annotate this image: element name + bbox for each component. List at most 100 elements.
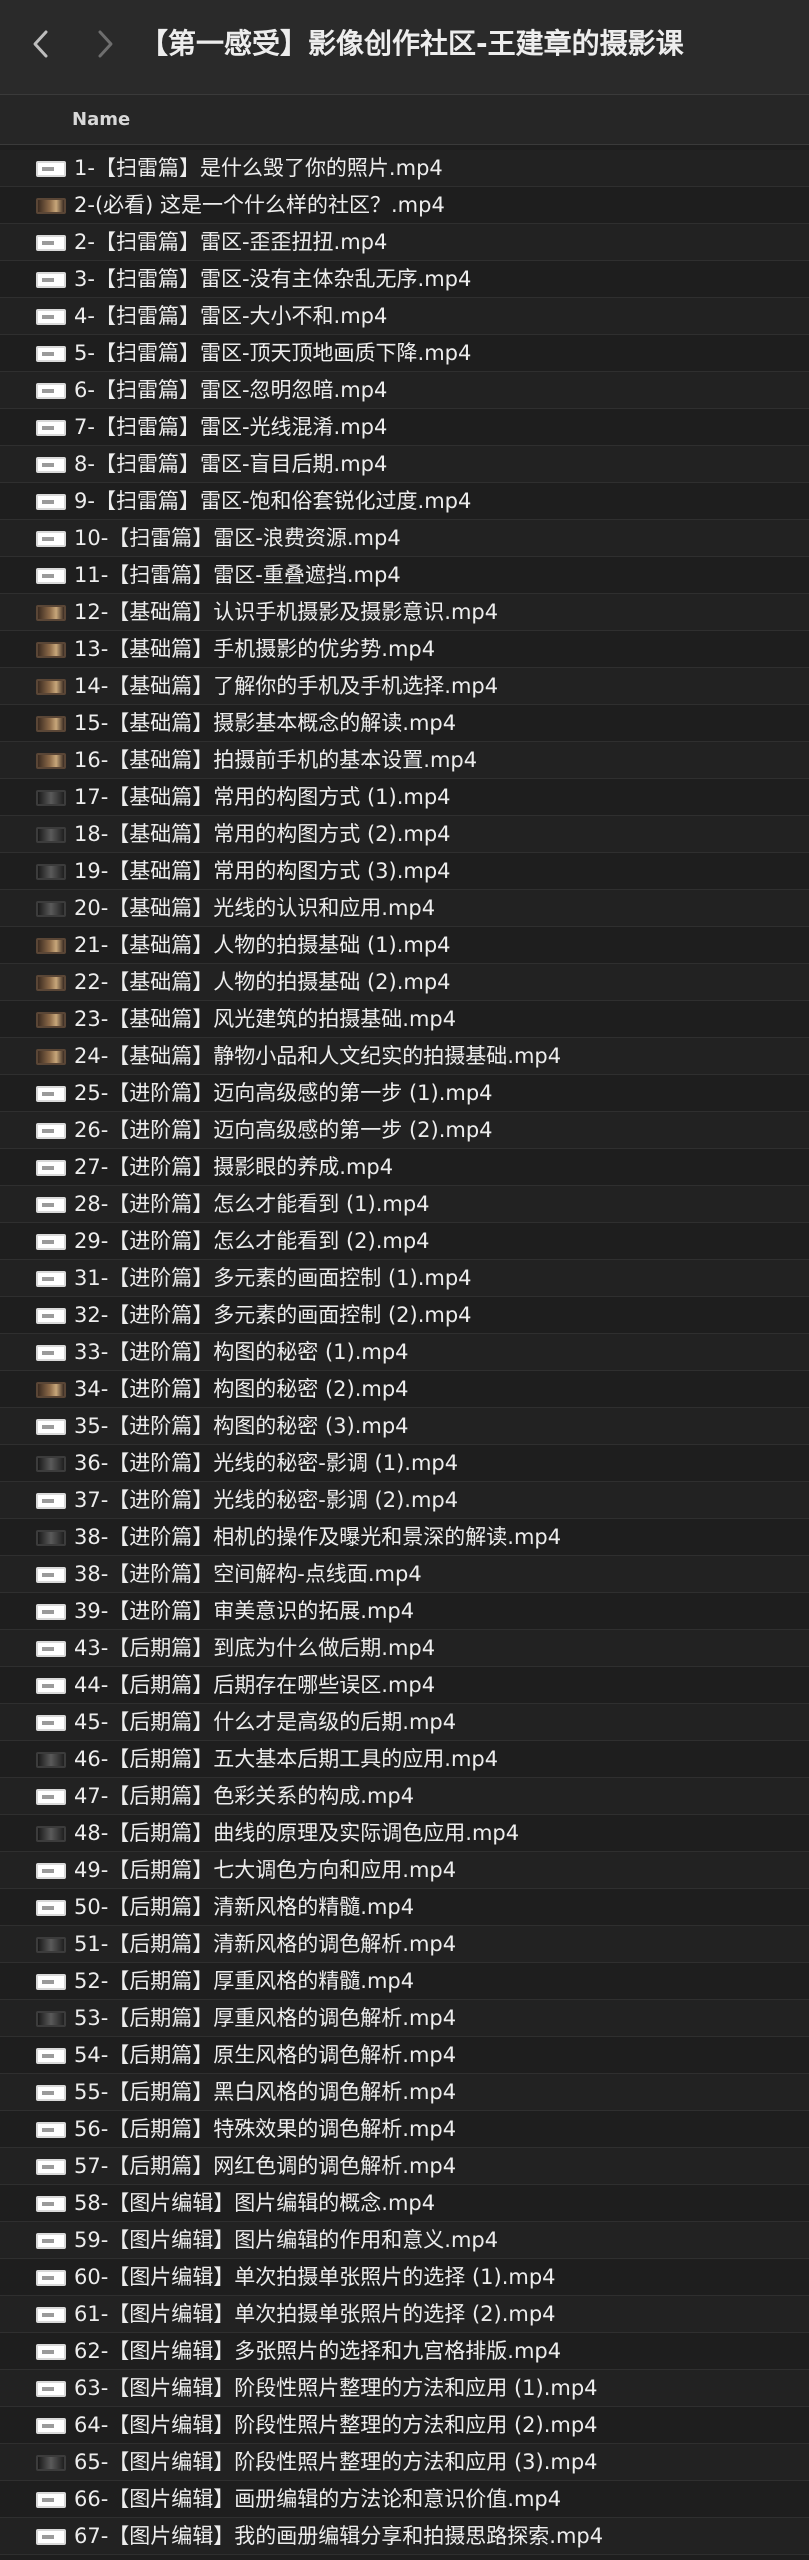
file-row[interactable]: 43-【后期篇】到底为什么做后期.mp4 (0, 1630, 809, 1667)
file-name: 12-【基础篇】认识手机摄影及摄影意识.mp4 (74, 600, 499, 624)
file-row[interactable]: 17-【基础篇】常用的构图方式 (1).mp4 (0, 779, 809, 816)
file-row[interactable]: 63-【图片编辑】阶段性照片整理的方法和应用 (1).mp4 (0, 2370, 809, 2407)
file-row[interactable]: 46-【后期篇】五大基本后期工具的应用.mp4 (0, 1741, 809, 1778)
file-row[interactable]: 8-【扫雷篇】雷区-盲目后期.mp4 (0, 446, 809, 483)
video-file-icon (36, 1271, 66, 1287)
file-row[interactable]: 16-【基础篇】拍摄前手机的基本设置.mp4 (0, 742, 809, 779)
file-row[interactable]: 58-【图片编辑】图片编辑的概念.mp4 (0, 2185, 809, 2222)
file-row[interactable]: 61-【图片编辑】单次拍摄单张照片的选择 (2).mp4 (0, 2296, 809, 2333)
file-row[interactable]: 53-【后期篇】厚重风格的调色解析.mp4 (0, 2000, 809, 2037)
video-file-icon (36, 420, 66, 436)
file-name: 38-【进阶篇】空间解构-点线面.mp4 (74, 1562, 422, 1586)
file-name: 50-【后期篇】清新风格的精髓.mp4 (74, 1895, 415, 1919)
file-row[interactable]: 67-【图片编辑】我的画册编辑分享和拍摄思路探索.mp4 (0, 2518, 809, 2555)
file-row[interactable]: 14-【基础篇】了解你的手机及手机选择.mp4 (0, 668, 809, 705)
file-row[interactable]: 38-【进阶篇】相机的操作及曝光和景深的解读.mp4 (0, 1519, 809, 1556)
title-bar: 【第一感受】影像创作社区-王建章的摄影课 (0, 0, 809, 95)
file-row[interactable]: 64-【图片编辑】阶段性照片整理的方法和应用 (2).mp4 (0, 2407, 809, 2444)
video-file-icon (36, 457, 66, 473)
file-row[interactable]: 1-【扫雷篇】是什么毁了你的照片.mp4 (0, 150, 809, 187)
video-file-icon (36, 346, 66, 362)
video-file-icon (36, 309, 66, 325)
file-row[interactable]: 31-【进阶篇】多元素的画面控制 (1).mp4 (0, 1260, 809, 1297)
file-row[interactable]: 13-【基础篇】手机摄影的优劣势.mp4 (0, 631, 809, 668)
file-name: 32-【进阶篇】多元素的画面控制 (2).mp4 (74, 1303, 472, 1327)
file-name: 5-【扫雷篇】雷区-顶天顶地画质下降.mp4 (74, 341, 472, 365)
file-row[interactable]: 10-【扫雷篇】雷区-浪费资源.mp4 (0, 520, 809, 557)
file-row[interactable]: 54-【后期篇】原生风格的调色解析.mp4 (0, 2037, 809, 2074)
file-row[interactable]: 23-【基础篇】风光建筑的拍摄基础.mp4 (0, 1001, 809, 1038)
file-row[interactable]: 36-【进阶篇】光线的秘密-影调 (1).mp4 (0, 1445, 809, 1482)
file-row[interactable]: 25-【进阶篇】迈向高级感的第一步 (1).mp4 (0, 1075, 809, 1112)
file-row[interactable]: 28-【进阶篇】怎么才能看到 (1).mp4 (0, 1186, 809, 1223)
file-name: 43-【后期篇】到底为什么做后期.mp4 (74, 1636, 436, 1660)
file-row[interactable]: 11-【扫雷篇】雷区-重叠遮挡.mp4 (0, 557, 809, 594)
video-file-icon (36, 1419, 66, 1435)
file-name: 59-【图片编辑】图片编辑的作用和意义.mp4 (74, 2228, 499, 2252)
file-row[interactable]: 27-【进阶篇】摄影眼的养成.mp4 (0, 1149, 809, 1186)
file-name: 62-【图片编辑】多张照片的选择和九宫格排版.mp4 (74, 2339, 562, 2363)
file-row[interactable]: 44-【后期篇】后期存在哪些误区.mp4 (0, 1667, 809, 1704)
file-name: 9-【扫雷篇】雷区-饱和俗套锐化过度.mp4 (74, 489, 472, 513)
file-row[interactable]: 29-【进阶篇】怎么才能看到 (2).mp4 (0, 1223, 809, 1260)
video-file-icon (36, 1567, 66, 1583)
file-row[interactable]: 57-【后期篇】网红色调的调色解析.mp4 (0, 2148, 809, 2185)
video-file-icon (36, 2233, 66, 2249)
video-file-icon (36, 1234, 66, 1250)
file-name: 47-【后期篇】色彩关系的构成.mp4 (74, 1784, 415, 1808)
file-row[interactable]: 24-【基础篇】静物小品和人文纪实的拍摄基础.mp4 (0, 1038, 809, 1075)
file-row[interactable]: 18-【基础篇】常用的构图方式 (2).mp4 (0, 816, 809, 853)
chevron-left-icon[interactable] (18, 22, 62, 66)
video-file-icon (36, 2344, 66, 2360)
video-file-icon (36, 716, 66, 732)
file-row[interactable]: 4-【扫雷篇】雷区-大小不和.mp4 (0, 298, 809, 335)
file-row[interactable]: 21-【基础篇】人物的拍摄基础 (1).mp4 (0, 927, 809, 964)
file-row[interactable]: 2-(必看) 这是一个什么样的社区？.mp4 (0, 187, 809, 224)
file-name: 18-【基础篇】常用的构图方式 (2).mp4 (74, 822, 451, 846)
file-name: 10-【扫雷篇】雷区-浪费资源.mp4 (74, 526, 401, 550)
file-row[interactable]: 26-【进阶篇】迈向高级感的第一步 (2).mp4 (0, 1112, 809, 1149)
file-row[interactable]: 62-【图片编辑】多张照片的选择和九宫格排版.mp4 (0, 2333, 809, 2370)
file-row[interactable]: 65-【图片编辑】阶段性照片整理的方法和应用 (3).mp4 (0, 2444, 809, 2481)
video-file-icon (36, 642, 66, 658)
file-row[interactable]: 48-【后期篇】曲线的原理及实际调色应用.mp4 (0, 1815, 809, 1852)
column-header-name[interactable]: Name (72, 95, 130, 145)
file-row[interactable]: 12-【基础篇】认识手机摄影及摄影意识.mp4 (0, 594, 809, 631)
file-row[interactable]: 19-【基础篇】常用的构图方式 (3).mp4 (0, 853, 809, 890)
file-row[interactable]: 7-【扫雷篇】雷区-光线混淆.mp4 (0, 409, 809, 446)
file-row[interactable]: 32-【进阶篇】多元素的画面控制 (2).mp4 (0, 1297, 809, 1334)
file-row[interactable]: 51-【后期篇】清新风格的调色解析.mp4 (0, 1926, 809, 1963)
video-file-icon (36, 383, 66, 399)
video-file-icon (36, 2455, 66, 2471)
file-row[interactable]: 50-【后期篇】清新风格的精髓.mp4 (0, 1889, 809, 1926)
file-row[interactable]: 5-【扫雷篇】雷区-顶天顶地画质下降.mp4 (0, 335, 809, 372)
file-row[interactable]: 66-【图片编辑】画册编辑的方法论和意识价值.mp4 (0, 2481, 809, 2518)
file-row[interactable]: 52-【后期篇】厚重风格的精髓.mp4 (0, 1963, 809, 2000)
file-row[interactable]: 59-【图片编辑】图片编辑的作用和意义.mp4 (0, 2222, 809, 2259)
file-row[interactable]: 20-【基础篇】光线的认识和应用.mp4 (0, 890, 809, 927)
file-row[interactable]: 22-【基础篇】人物的拍摄基础 (2).mp4 (0, 964, 809, 1001)
file-row[interactable]: 60-【图片编辑】单次拍摄单张照片的选择 (1).mp4 (0, 2259, 809, 2296)
file-row[interactable]: 34-【进阶篇】构图的秘密 (2).mp4 (0, 1371, 809, 1408)
file-row[interactable]: 6-【扫雷篇】雷区-忽明忽暗.mp4 (0, 372, 809, 409)
file-row[interactable]: 38-【进阶篇】空间解构-点线面.mp4 (0, 1556, 809, 1593)
file-row[interactable]: 39-【进阶篇】审美意识的拓展.mp4 (0, 1593, 809, 1630)
file-row[interactable]: 35-【进阶篇】构图的秘密 (3).mp4 (0, 1408, 809, 1445)
file-row[interactable]: 15-【基础篇】摄影基本概念的解读.mp4 (0, 705, 809, 742)
file-row[interactable]: 55-【后期篇】黑白风格的调色解析.mp4 (0, 2074, 809, 2111)
chevron-right-icon[interactable] (84, 22, 128, 66)
file-name: 35-【进阶篇】构图的秘密 (3).mp4 (74, 1414, 409, 1438)
file-row[interactable]: 2-【扫雷篇】雷区-歪歪扭扭.mp4 (0, 224, 809, 261)
file-row[interactable]: 37-【进阶篇】光线的秘密-影调 (2).mp4 (0, 1482, 809, 1519)
video-file-icon (36, 1493, 66, 1509)
file-row[interactable]: 3-【扫雷篇】雷区-没有主体杂乱无序.mp4 (0, 261, 809, 298)
file-name: 33-【进阶篇】构图的秘密 (1).mp4 (74, 1340, 409, 1364)
file-row[interactable]: 47-【后期篇】色彩关系的构成.mp4 (0, 1778, 809, 1815)
video-file-icon (36, 1678, 66, 1694)
file-row[interactable]: 49-【后期篇】七大调色方向和应用.mp4 (0, 1852, 809, 1889)
file-row[interactable]: 33-【进阶篇】构图的秘密 (1).mp4 (0, 1334, 809, 1371)
file-row[interactable]: 56-【后期篇】特殊效果的调色解析.mp4 (0, 2111, 809, 2148)
file-row[interactable]: 45-【后期篇】什么才是高级的后期.mp4 (0, 1704, 809, 1741)
file-row[interactable]: 9-【扫雷篇】雷区-饱和俗套锐化过度.mp4 (0, 483, 809, 520)
video-file-icon (36, 975, 66, 991)
